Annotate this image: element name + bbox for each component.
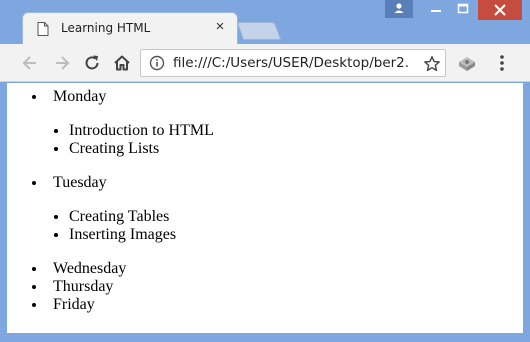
user-icon[interactable]: [385, 0, 413, 18]
topic-list: Introduction to HTML Creating Lists: [53, 122, 523, 158]
reload-icon[interactable]: [82, 53, 102, 73]
day-label: Friday: [53, 296, 95, 313]
window-close-icon[interactable]: [478, 0, 522, 20]
schedule-list: Monday Introduction to HTML Creating Lis…: [7, 88, 523, 314]
address-bar[interactable]: file:///C:/Users/USER/Desktop/ber2.: [140, 49, 446, 77]
day-label: Wednesday: [53, 260, 127, 277]
day-label: Tuesday: [53, 174, 107, 191]
page-icon: [37, 22, 49, 36]
list-item: Friday: [47, 296, 523, 314]
page-content: Monday Introduction to HTML Creating Lis…: [7, 83, 523, 333]
extension-icon[interactable]: [456, 53, 478, 73]
list-item: Creating Tables: [69, 208, 523, 226]
home-icon[interactable]: [112, 53, 132, 73]
url-text[interactable]: file:///C:/Users/USER/Desktop/ber2.: [173, 55, 418, 71]
list-item: Inserting Images: [69, 226, 523, 244]
browser-window: Learning HTML × file:///C:/Users/USER/De…: [0, 0, 530, 342]
list-item: Tuesday Creating Tables Inserting Images: [47, 174, 523, 244]
topic-list: Creating Tables Inserting Images: [53, 208, 523, 244]
day-label: Thursday: [53, 278, 114, 295]
info-icon[interactable]: [149, 55, 165, 71]
tab-close-icon[interactable]: ×: [211, 18, 229, 36]
tab-title: Learning HTML: [61, 21, 151, 35]
list-item: Monday Introduction to HTML Creating Lis…: [47, 88, 523, 158]
tab-learning-html[interactable]: Learning HTML ×: [22, 12, 238, 44]
list-item: Wednesday: [47, 260, 523, 278]
back-icon[interactable]: [20, 53, 40, 73]
minimize-icon[interactable]: [425, 0, 447, 18]
maximize-icon[interactable]: [452, 0, 474, 18]
list-item: Creating Lists: [69, 140, 523, 158]
day-label: Monday: [53, 88, 107, 105]
toolbar: file:///C:/Users/USER/Desktop/ber2.: [0, 44, 530, 82]
list-item: Introduction to HTML: [69, 122, 523, 140]
menu-icon[interactable]: [494, 53, 510, 73]
title-bar: Learning HTML ×: [0, 0, 530, 44]
new-tab-button[interactable]: [236, 22, 282, 40]
forward-icon[interactable]: [52, 53, 72, 73]
star-icon[interactable]: [423, 55, 441, 73]
list-item: Thursday: [47, 278, 523, 296]
